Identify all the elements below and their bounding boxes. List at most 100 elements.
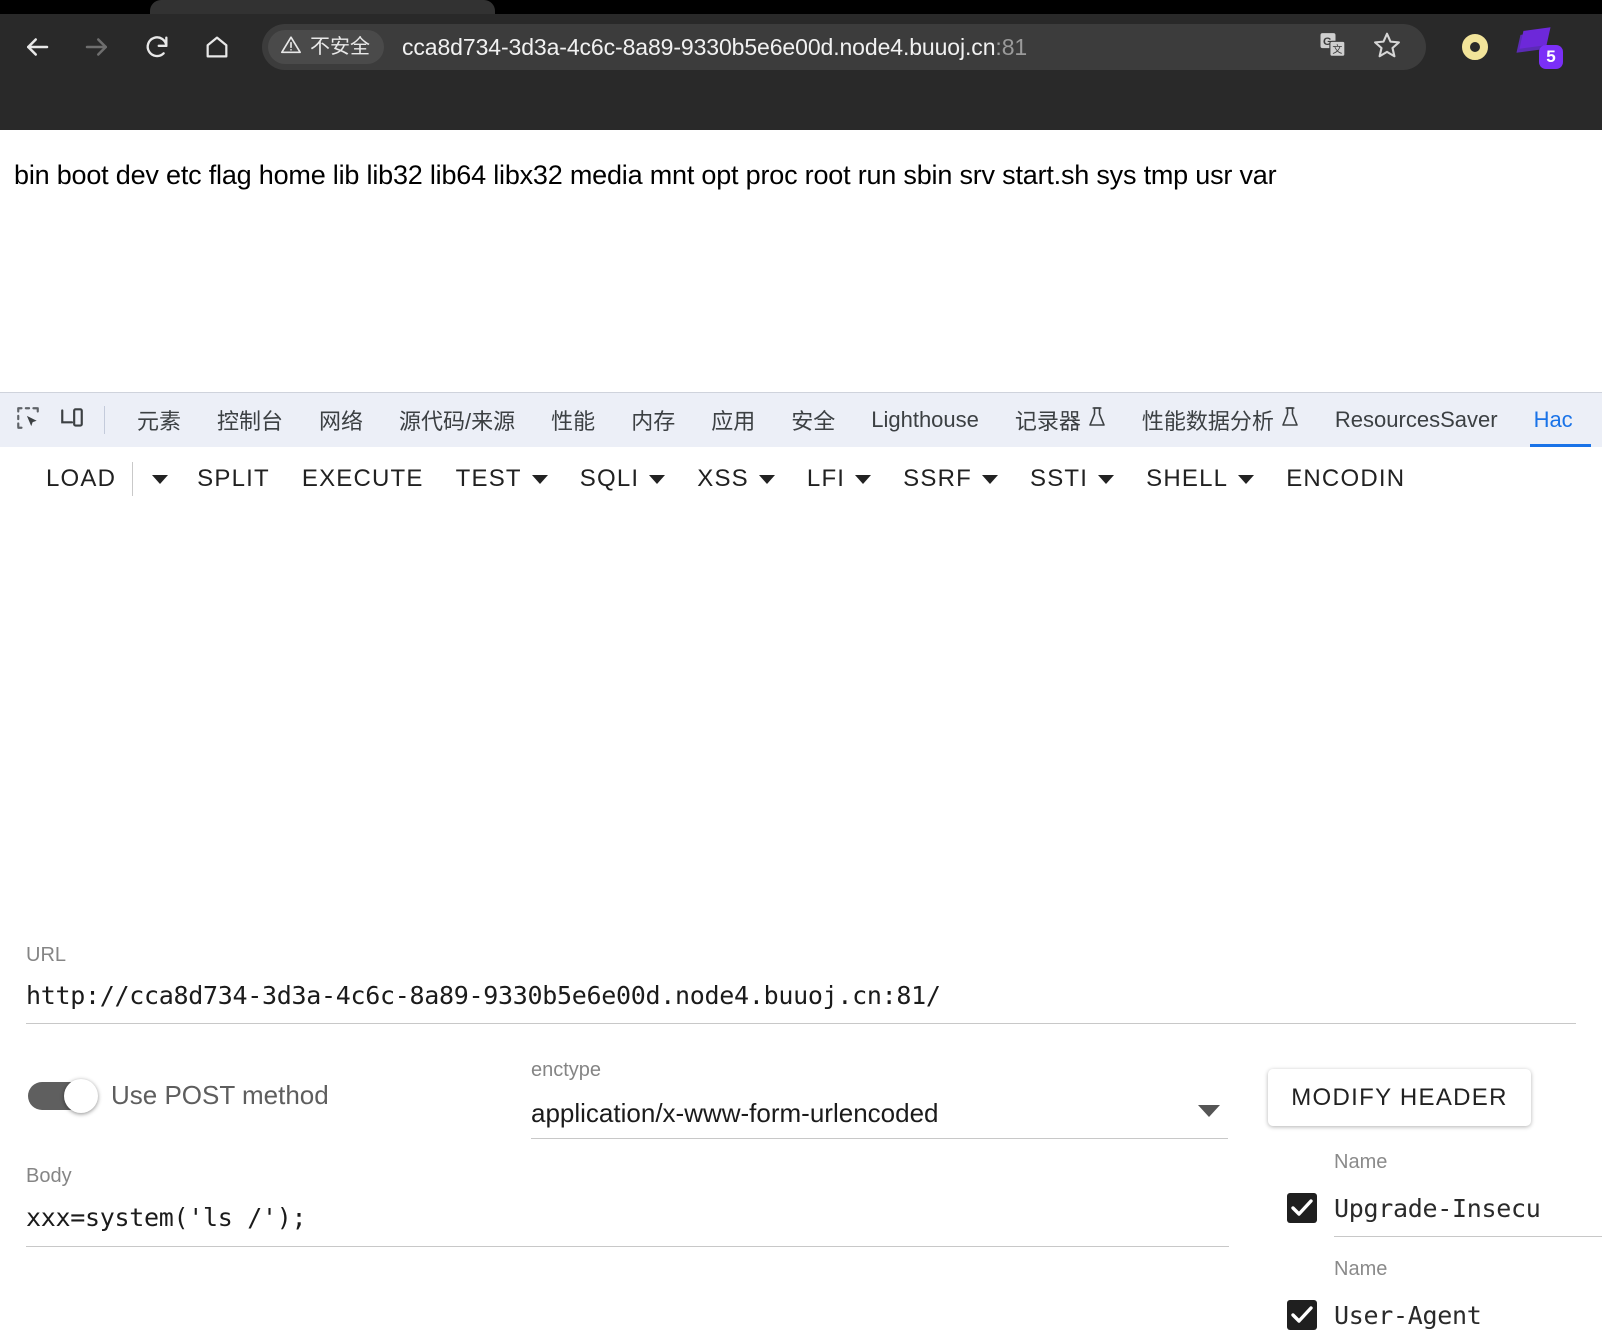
warning-triangle-icon	[280, 34, 302, 61]
tab-sources[interactable]: 源代码/来源	[381, 393, 533, 447]
button-label: LOAD	[46, 465, 117, 492]
arrow-right-icon	[82, 32, 112, 62]
url-host: cca8d734-3d3a-4c6c-8a89-9330b5e6e00d.nod…	[402, 33, 996, 60]
toggle-knob	[64, 1079, 98, 1113]
chevron-down-icon	[1098, 474, 1115, 484]
sqli-menu-button[interactable]: SQLI	[564, 457, 682, 501]
body-input[interactable]: xxx=system('ls /');	[26, 1203, 307, 1232]
tab-label: 性能	[551, 409, 596, 434]
translate-button[interactable]: G 文	[1318, 24, 1348, 70]
url-field-label: URL	[26, 944, 67, 966]
chevron-down-icon	[758, 474, 775, 484]
chevron-down-icon	[1238, 474, 1255, 484]
ring-glyph	[1462, 34, 1488, 60]
button-label: LFI	[806, 465, 846, 492]
tab-label: 应用	[711, 409, 756, 434]
url-port: :81	[995, 33, 1028, 60]
bookmark-button[interactable]	[1372, 24, 1402, 70]
chevron-down-icon	[531, 474, 548, 484]
address-bar-text[interactable]: cca8d734-3d3a-4c6c-8a89-9330b5e6e00d.nod…	[402, 34, 1027, 61]
shell-menu-button[interactable]: SHELL	[1130, 457, 1270, 501]
header-name-input[interactable]: User-Agent	[1334, 1301, 1482, 1330]
tab-application[interactable]: 应用	[693, 393, 773, 447]
button-label: EXECUTE	[301, 465, 424, 492]
modify-header-button[interactable]: MODIFY HEADER	[1268, 1069, 1531, 1126]
translate-icon: G 文	[1318, 30, 1348, 65]
header-enabled-checkbox[interactable]	[1287, 1193, 1317, 1223]
flask-icon	[1281, 406, 1299, 434]
toolbar-divider	[104, 406, 105, 434]
tab-resources-saver[interactable]: ResourcesSaver	[1317, 393, 1516, 447]
check-icon	[1291, 1306, 1313, 1323]
button-label: SSTI	[1029, 465, 1089, 492]
hackbar-toolbar: LOAD SPLIT EXECUTE TEST SQLI XSS LFI SSR…	[0, 447, 1602, 511]
load-button[interactable]: LOAD	[30, 457, 126, 501]
header-enabled-checkbox[interactable]	[1287, 1300, 1317, 1330]
omnibox[interactable]: 不安全 cca8d734-3d3a-4c6c-8a89-9330b5e6e00d…	[262, 24, 1426, 70]
security-status-label: 不安全	[310, 36, 370, 58]
home-button[interactable]	[194, 24, 240, 70]
tab-console[interactable]: 控制台	[199, 393, 301, 447]
hackbar-panel: LOAD SPLIT EXECUTE TEST SQLI XSS LFI SSR…	[0, 447, 1602, 940]
forward-button[interactable]	[74, 24, 120, 70]
tab-strip	[0, 0, 1602, 14]
tab-label: 内存	[631, 409, 676, 434]
tab-label: 网络	[319, 409, 364, 434]
tab-security[interactable]: 安全	[773, 393, 853, 447]
tab-hackbar[interactable]: Hac	[1516, 393, 1591, 447]
header-name-input[interactable]: Upgrade-Insecu	[1334, 1194, 1541, 1223]
tab-memory[interactable]: 内存	[613, 393, 693, 447]
flask-icon	[1088, 406, 1106, 434]
enctype-field-underline	[531, 1138, 1228, 1139]
check-icon	[1291, 1199, 1313, 1216]
security-status-badge[interactable]: 不安全	[268, 30, 384, 64]
header-field-underline	[1334, 1236, 1602, 1237]
tab-label: 源代码/来源	[399, 409, 516, 434]
body-field-label: Body	[26, 1165, 72, 1187]
devtools-tabbar: 元素 控制台 网络 源代码/来源 性能 内存 应用 安全 Lighthouse …	[0, 393, 1602, 447]
tab-label: Lighthouse	[871, 407, 979, 432]
button-label: ENCODIN	[1286, 465, 1406, 492]
back-button[interactable]	[14, 24, 60, 70]
tab-label: 安全	[791, 409, 836, 434]
tab-label: 性能数据分析	[1141, 409, 1274, 434]
chevron-down-icon[interactable]	[1198, 1105, 1220, 1117]
reload-button[interactable]	[134, 24, 180, 70]
browser-tab[interactable]	[150, 0, 495, 14]
xss-menu-button[interactable]: XSS	[681, 457, 791, 501]
inspect-element-button[interactable]	[6, 398, 50, 442]
arrow-left-icon	[22, 32, 52, 62]
toolbar-divider	[132, 462, 134, 496]
tab-recorder[interactable]: 记录器	[997, 393, 1124, 447]
ring-extension-icon[interactable]	[1452, 24, 1498, 70]
tab-performance-insights[interactable]: 性能数据分析	[1124, 393, 1317, 447]
test-menu-button[interactable]: TEST	[440, 457, 564, 501]
enctype-field-label: enctype	[531, 1059, 602, 1081]
url-input[interactable]: http://cca8d734-3d3a-4c6c-8a89-9330b5e6e…	[26, 981, 941, 1010]
url-field-underline	[26, 1023, 1576, 1024]
lfi-menu-button[interactable]: LFI	[791, 457, 887, 501]
chevron-down-icon	[152, 474, 169, 484]
ssrf-menu-button[interactable]: SSRF	[887, 457, 1014, 501]
browser-chrome: 不安全 cca8d734-3d3a-4c6c-8a89-9330b5e6e00d…	[0, 0, 1602, 130]
encoding-menu-button[interactable]: ENCODIN	[1270, 457, 1421, 501]
tab-performance[interactable]: 性能	[533, 393, 613, 447]
chevron-down-icon	[981, 474, 998, 484]
execute-button[interactable]: EXECUTE	[286, 457, 440, 501]
split-button[interactable]: SPLIT	[181, 457, 286, 501]
extension-badge-count: 5	[1539, 45, 1563, 69]
ssti-menu-button[interactable]: SSTI	[1014, 457, 1130, 501]
enctype-select[interactable]: application/x-www-form-urlencoded	[531, 1098, 939, 1129]
devtools-panel: 元素 控制台 网络 源代码/来源 性能 内存 应用 安全 Lighthouse …	[0, 392, 1602, 1330]
load-dropdown-button[interactable]	[139, 457, 181, 501]
tab-lighthouse[interactable]: Lighthouse	[853, 393, 997, 447]
use-post-method-label: Use POST method	[111, 1080, 329, 1110]
svg-text:文: 文	[1332, 43, 1342, 56]
device-toolbar-button[interactable]	[50, 398, 94, 442]
purple-extension-icon[interactable]: 5	[1516, 24, 1563, 70]
use-post-method-toggle[interactable]	[28, 1079, 100, 1113]
header-name-label: Name	[1334, 1258, 1388, 1280]
tab-elements[interactable]: 元素	[119, 393, 199, 447]
tab-label: ResourcesSaver	[1334, 407, 1498, 432]
tab-network[interactable]: 网络	[301, 393, 381, 447]
